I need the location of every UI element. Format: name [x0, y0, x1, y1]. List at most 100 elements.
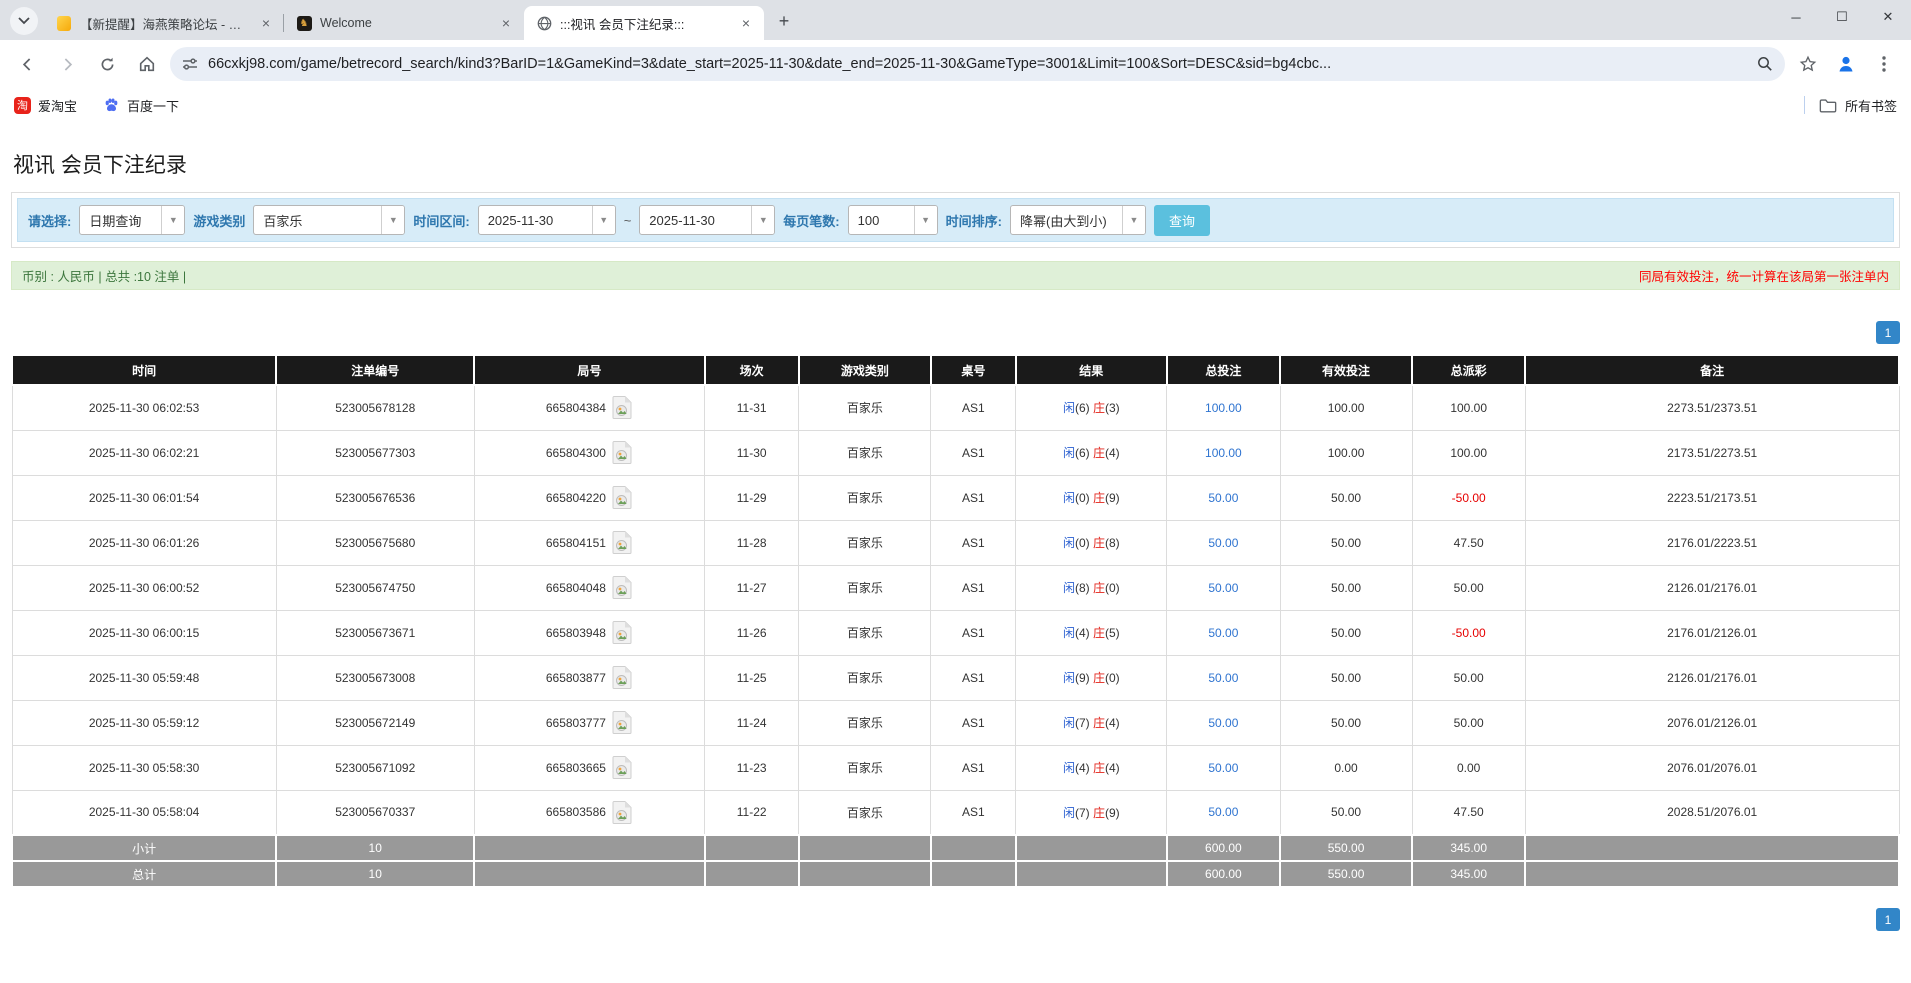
- total-row: 总计10600.00550.00345.00: [12, 861, 1899, 887]
- all-bookmarks-button[interactable]: 所有书签: [1819, 96, 1897, 115]
- bookmark-baidu[interactable]: 百度一下: [103, 96, 179, 115]
- tab-bet-records[interactable]: :::视讯 会员下注纪录::: ×: [524, 6, 764, 40]
- cell-remark: 2076.01/2076.01: [1525, 745, 1899, 790]
- url-text[interactable]: 66cxkj98.com/game/betrecord_search/kind3…: [208, 56, 1747, 72]
- round-snapshot-icon[interactable]: [612, 440, 633, 465]
- close-icon[interactable]: ×: [498, 15, 514, 31]
- forward-button[interactable]: [50, 47, 84, 81]
- summary-bar: 币别 : 人民币 | 总共 :10 注单 | 同局有效投注，统一计算在该局第一张…: [11, 261, 1900, 290]
- close-icon[interactable]: ×: [258, 15, 274, 31]
- date-start-input[interactable]: 2025-11-30 ▼: [478, 205, 616, 235]
- page-1-button[interactable]: 1: [1876, 321, 1900, 344]
- total-bet-link[interactable]: 50.00: [1208, 805, 1238, 819]
- column-header: 注单编号: [276, 355, 474, 385]
- total-bet-link[interactable]: 100.00: [1205, 401, 1242, 415]
- new-tab-button[interactable]: +: [770, 7, 798, 35]
- round-snapshot-icon[interactable]: [612, 665, 633, 690]
- cell-total-bet[interactable]: 50.00: [1167, 520, 1280, 565]
- total-bet-link[interactable]: 50.00: [1208, 671, 1238, 685]
- browser-toolbar: 66cxkj98.com/game/betrecord_search/kind3…: [0, 40, 1911, 88]
- profile-button[interactable]: [1829, 47, 1863, 81]
- cell-round-id: 665803948: [474, 610, 704, 655]
- round-snapshot-icon[interactable]: [612, 755, 633, 780]
- cell-game-type: 百家乐: [799, 475, 931, 520]
- cell-time: 2025-11-30 06:00:52: [12, 565, 276, 610]
- total-bet-link[interactable]: 50.00: [1208, 626, 1238, 640]
- page-size-select[interactable]: 100 ▼: [848, 205, 938, 235]
- cell-round-id: 665803777: [474, 700, 704, 745]
- page-1-button[interactable]: 1: [1876, 908, 1900, 931]
- cell-round-id: 665804048: [474, 565, 704, 610]
- total-bet-link[interactable]: 50.00: [1208, 761, 1238, 775]
- bookmark-taobao[interactable]: 淘 爱淘宝: [14, 96, 77, 115]
- date-end-input[interactable]: 2025-11-30 ▼: [639, 205, 775, 235]
- maximize-button[interactable]: ☐: [1819, 0, 1865, 34]
- back-button[interactable]: [10, 47, 44, 81]
- menu-button[interactable]: [1867, 47, 1901, 81]
- cell-session: 11-25: [705, 655, 799, 700]
- column-header: 有效投注: [1280, 355, 1412, 385]
- search-button[interactable]: 查询: [1154, 205, 1210, 236]
- tab-title: :::视讯 会员下注纪录:::: [560, 14, 730, 33]
- cell-valid-bet: 50.00: [1280, 655, 1412, 700]
- foot-empty: [705, 835, 799, 861]
- tab-title: 【新提醒】海燕策略论坛 - 综合: [80, 14, 250, 33]
- cell-total-bet[interactable]: 50.00: [1167, 610, 1280, 655]
- payout-value: 50.00: [1454, 671, 1484, 685]
- reload-icon: [99, 56, 116, 73]
- cell-valid-bet: 50.00: [1280, 565, 1412, 610]
- foot-empty: [931, 861, 1016, 887]
- zoom-icon[interactable]: [1757, 56, 1773, 72]
- tab-welcome[interactable]: ♞ Welcome ×: [284, 6, 524, 40]
- round-snapshot-icon[interactable]: [612, 800, 633, 825]
- reload-button[interactable]: [90, 47, 124, 81]
- cell-time: 2025-11-30 06:02:53: [12, 385, 276, 430]
- folder-icon: [1819, 98, 1837, 113]
- cell-total-bet[interactable]: 100.00: [1167, 430, 1280, 475]
- round-snapshot-icon[interactable]: [612, 575, 633, 600]
- chevron-down-icon[interactable]: ▼: [751, 206, 774, 234]
- query-type-select[interactable]: 日期查询 ▼: [79, 205, 185, 235]
- chevron-down-icon[interactable]: ▼: [381, 206, 404, 234]
- round-snapshot-icon[interactable]: [612, 395, 633, 420]
- cell-total-bet[interactable]: 50.00: [1167, 475, 1280, 520]
- tab-search-button[interactable]: [10, 7, 38, 35]
- close-icon[interactable]: ×: [738, 15, 754, 31]
- home-button[interactable]: [130, 47, 164, 81]
- round-snapshot-icon[interactable]: [612, 530, 633, 555]
- cell-total-bet[interactable]: 50.00: [1167, 790, 1280, 835]
- cell-total-bet[interactable]: 50.00: [1167, 700, 1280, 745]
- round-snapshot-icon[interactable]: [612, 485, 633, 510]
- bookmark-star-button[interactable]: [1791, 47, 1825, 81]
- foot-empty: [705, 861, 799, 887]
- window-close-button[interactable]: ✕: [1865, 0, 1911, 34]
- banker-result: 庄: [1093, 401, 1105, 415]
- chevron-down-icon[interactable]: ▼: [592, 206, 615, 234]
- tab-forum[interactable]: 【新提醒】海燕策略论坛 - 综合 ×: [44, 6, 284, 40]
- total-bet-link[interactable]: 50.00: [1208, 581, 1238, 595]
- total-bet-link[interactable]: 50.00: [1208, 491, 1238, 505]
- banker-result: 庄: [1093, 446, 1105, 460]
- cell-total-bet[interactable]: 100.00: [1167, 385, 1280, 430]
- site-info-icon[interactable]: [182, 56, 198, 72]
- total-bet-link[interactable]: 100.00: [1205, 446, 1242, 460]
- foot-empty: [799, 835, 931, 861]
- game-type-select[interactable]: 百家乐 ▼: [253, 205, 405, 235]
- chevron-down-icon[interactable]: ▼: [1122, 206, 1145, 234]
- cell-time: 2025-11-30 05:58:04: [12, 790, 276, 835]
- address-bar[interactable]: 66cxkj98.com/game/betrecord_search/kind3…: [170, 47, 1785, 81]
- total-bet-link[interactable]: 50.00: [1208, 536, 1238, 550]
- cell-total-bet[interactable]: 50.00: [1167, 565, 1280, 610]
- welcome-favicon: ♞: [296, 15, 312, 31]
- bookmarks-divider: [1804, 96, 1805, 114]
- cell-total-bet[interactable]: 50.00: [1167, 745, 1280, 790]
- cell-total-bet[interactable]: 50.00: [1167, 655, 1280, 700]
- bet-table-head-row: 时间注单编号局号场次游戏类别桌号结果总投注有效投注总派彩备注: [12, 355, 1899, 385]
- sort-select[interactable]: 降幂(由大到小) ▼: [1010, 205, 1146, 235]
- chevron-down-icon[interactable]: ▼: [161, 206, 184, 234]
- total-bet-link[interactable]: 50.00: [1208, 716, 1238, 730]
- chevron-down-icon[interactable]: ▼: [914, 206, 937, 234]
- minimize-button[interactable]: ─: [1773, 0, 1819, 34]
- round-snapshot-icon[interactable]: [612, 620, 633, 645]
- round-snapshot-icon[interactable]: [612, 710, 633, 735]
